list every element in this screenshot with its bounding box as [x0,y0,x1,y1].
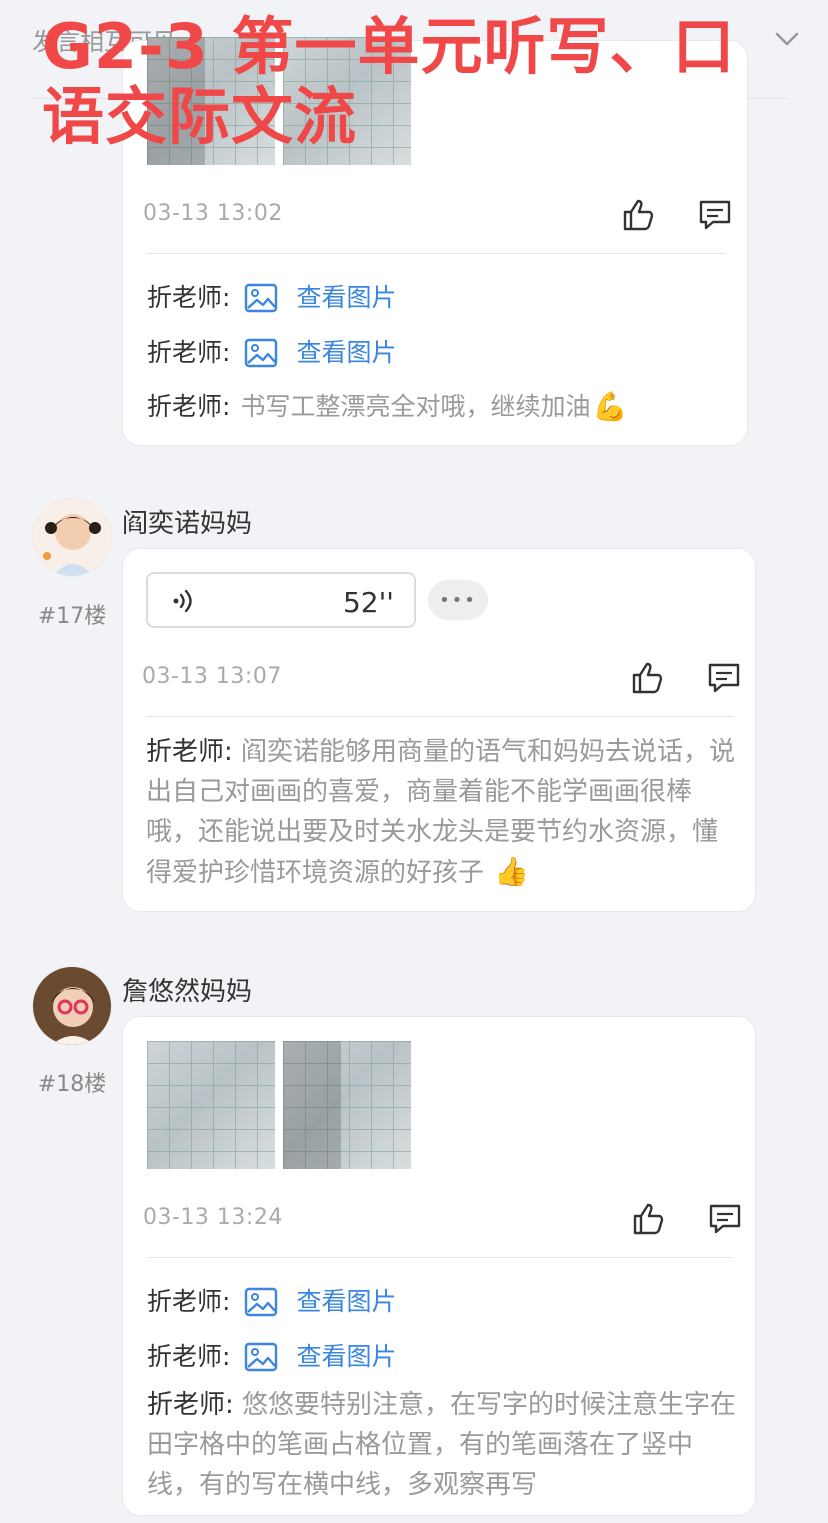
like-icon[interactable] [630,660,666,696]
overlay-title: G2-3 第一单元听写、口语交际文流 [42,10,736,153]
like-icon[interactable] [631,1201,667,1237]
view-image-link[interactable]: 查看图片 [244,1285,396,1319]
comment-author: 折老师: [147,338,231,367]
comment-author: 折老师: [147,392,231,421]
post-time: 03-13 13:07 [142,664,282,689]
username: 阎奕诺妈妈 [122,509,253,539]
comment-text: 阎奕诺能够用商量的语气和妈妈去说话，说出自己对画画的喜爱，商量着能不能学画画很棒… [146,737,736,888]
view-image-label: 查看图片 [296,1342,397,1371]
teacher-comment: 折老师: 查看图片 [147,1285,396,1319]
divider [146,716,734,717]
flexed-arm-emoji: 💪 [592,390,628,423]
comment-icon[interactable] [706,660,742,696]
divider [147,253,725,254]
floor-number: #18楼 [37,1072,107,1097]
like-icon[interactable] [621,197,657,233]
comment-icon[interactable] [707,1201,743,1237]
comment-icon[interactable] [697,197,733,233]
chevron-down-icon[interactable] [774,26,800,52]
comment-author: 折老师: [147,1287,231,1316]
post-card: 03-13 13:24 折老师: 查看图片 折老师: 查看图片 折老师: 悠悠要… [122,1016,756,1516]
teacher-comment: 折老师: 阎奕诺能够用商量的语气和妈妈去说话，说出自己对画画的喜爱，商量着能不能… [146,732,742,893]
comment-author: 折老师: [147,1390,234,1420]
divider [147,1257,733,1258]
voice-wave-icon [173,589,192,613]
image-icon [245,338,278,368]
view-image-link[interactable]: 查看图片 [244,281,396,315]
voice-message[interactable]: 52'' [146,572,416,628]
post-time: 03-13 13:24 [143,1205,283,1230]
thumbs-up-emoji: 👍 [494,855,530,888]
post-image-thumbnail[interactable] [147,1041,275,1169]
comment-text: 悠悠要特别注意，在写字的时候注意生字在田字格中的笔画占格位置，有的笔画落在了竖中… [147,1390,737,1500]
teacher-comment: 折老师: 查看图片 [147,1340,396,1374]
post-time: 03-13 13:02 [143,201,283,226]
teacher-comment: 折老师: 书写工整漂亮全对哦，继续加油 💪 [147,390,627,424]
image-icon [245,1342,278,1372]
teacher-comment: 折老师: 查看图片 [147,281,396,315]
floor-number: #17楼 [37,604,107,629]
image-icon [245,1287,278,1317]
post-image-thumbnail[interactable] [283,1041,411,1169]
view-image-link[interactable]: 查看图片 [244,1340,396,1374]
view-image-link[interactable]: 查看图片 [244,336,396,370]
comment-text: 书写工整漂亮全对哦，继续加油 [240,392,591,421]
voice-duration: 52'' [342,586,394,619]
image-icon [245,283,278,313]
view-image-label: 查看图片 [296,338,397,367]
comment-author: 折老师: [146,737,233,767]
teacher-comment: 折老师: 悠悠要特别注意，在写字的时候注意生字在田字格中的笔画占格位置，有的笔画… [147,1385,743,1505]
avatar[interactable] [32,966,112,1046]
view-image-label: 查看图片 [296,283,397,312]
comment-author: 折老师: [147,1342,231,1371]
username: 詹悠然妈妈 [122,977,253,1007]
avatar[interactable] [32,497,112,577]
teacher-comment: 折老师: 查看图片 [147,336,396,370]
more-button[interactable]: ••• [428,580,488,620]
comment-author: 折老师: [147,283,231,312]
view-image-label: 查看图片 [296,1287,397,1316]
